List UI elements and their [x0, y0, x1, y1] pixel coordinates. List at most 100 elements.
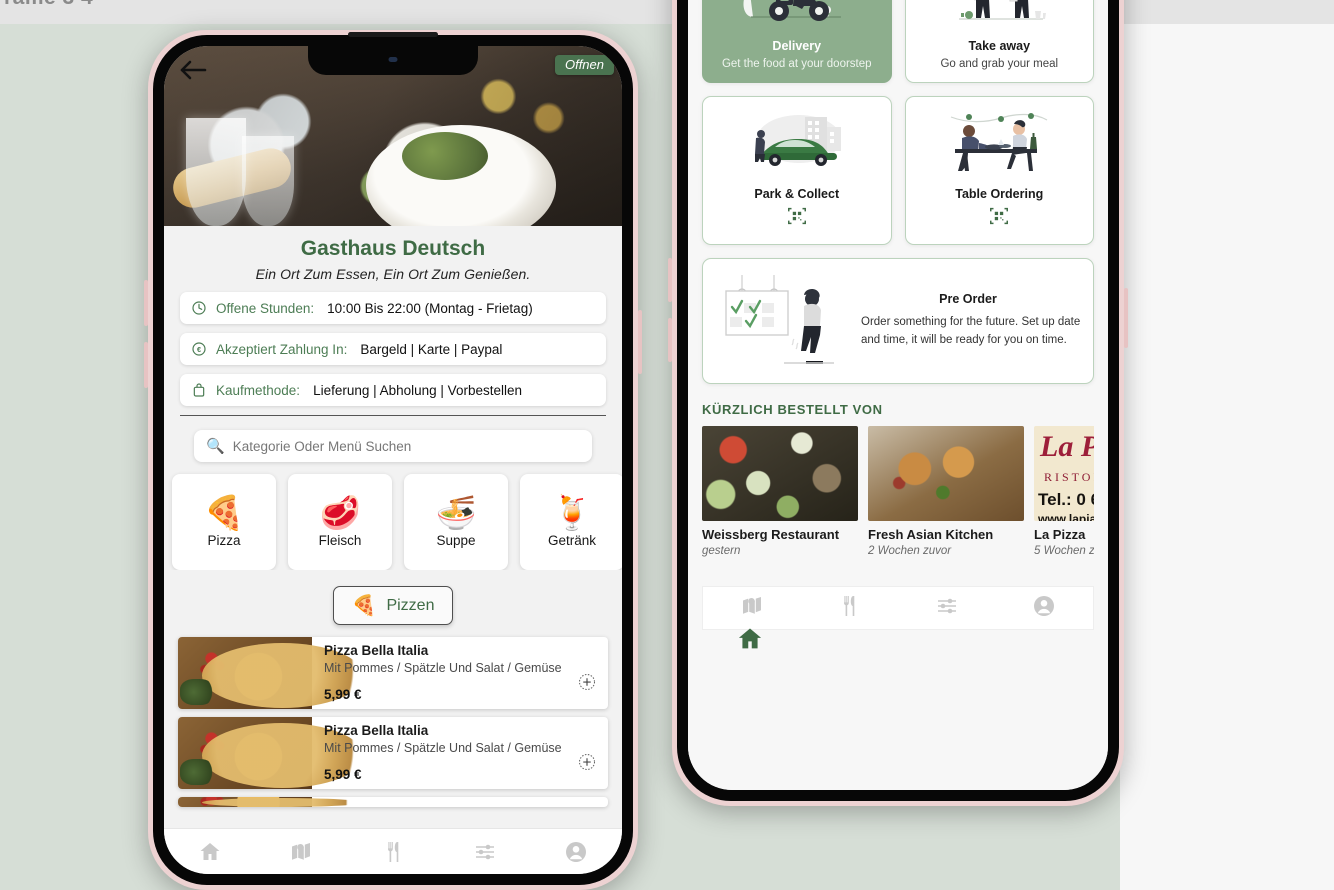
- drink-icon: 🍹: [551, 494, 593, 531]
- power-button[interactable]: [638, 310, 642, 374]
- brand-wordmark: La Pi: [1040, 430, 1094, 463]
- restaurant-info-list: Offene Stunden: 10:00 Bis 22:00 (Montag …: [164, 282, 622, 406]
- method-card-delivery[interactable]: Delivery Get the food at your doorstep: [702, 0, 892, 83]
- method-card-takeaway[interactable]: Take away Go and grab your meal: [904, 0, 1094, 83]
- search-input[interactable]: 🔍 Kategorie Oder Menü Suchen: [194, 430, 592, 462]
- category-card-suppe[interactable]: 🍜 Suppe: [404, 474, 508, 570]
- active-category-chip[interactable]: 🍕 Pizzen: [332, 586, 454, 625]
- earpiece-speaker: [348, 32, 438, 37]
- cutoff-caption: rame 3 4: [4, 0, 93, 10]
- menu-item[interactable]: Pizza Bella Italia Mit Pommes / Spätzle …: [178, 637, 608, 709]
- menu-item-thumbnail: [178, 637, 363, 709]
- pre-order-title: Pre Order: [939, 292, 997, 307]
- method-card-table-ordering[interactable]: Table Ordering: [904, 96, 1094, 245]
- info-label-method: Kaufmethode:: [216, 382, 301, 398]
- info-value-payment: Bargeld | Karte | Paypal: [360, 341, 503, 357]
- category-label: Pizza: [207, 533, 241, 548]
- restaurant-thumbnail: [868, 426, 1024, 521]
- menu-item-body: [312, 797, 608, 807]
- restaurant-last-order: 2 Wochen zuvor: [868, 545, 952, 557]
- home-icon[interactable]: [197, 839, 223, 865]
- meat-icon: 🥩: [319, 494, 361, 531]
- table-illustration: [939, 107, 1059, 181]
- method-title: Park & Collect: [754, 187, 840, 201]
- category-card-getrank[interactable]: 🍹 Getränk: [520, 474, 622, 570]
- plus-circle-icon[interactable]: [578, 673, 596, 691]
- search-placeholder: Kategorie Oder Menü Suchen: [232, 438, 412, 454]
- car-illustration: [737, 107, 857, 181]
- info-value-method: Lieferung | Abholung | Vorbestellen: [313, 382, 522, 398]
- menu-item-body: Pizza Bella Italia Mit Pommes / Spätzle …: [312, 717, 608, 789]
- hero-glass-b: [242, 136, 294, 226]
- restaurant-last-order: gestern: [702, 545, 741, 557]
- notch: [308, 46, 478, 75]
- qr-code-icon[interactable]: [786, 205, 808, 232]
- power-button[interactable]: [1124, 288, 1128, 348]
- method-card-pre-order[interactable]: Pre Order Order something for the future…: [702, 258, 1094, 384]
- menu-item-price: 5,99 €: [324, 767, 362, 782]
- sliders-icon[interactable]: [472, 839, 498, 865]
- info-label-hours: Offene Stunden:: [216, 300, 315, 316]
- restaurant-thumbnail: [702, 426, 858, 521]
- menu-item-title: Pizza Bella Italia: [324, 643, 429, 658]
- phone-left-screen: Offnen Gasthaus Deutsch Ein Ort Zum Esse…: [164, 46, 622, 874]
- recent-restaurant-card[interactable]: Weissberg Restaurant gestern: [702, 426, 858, 557]
- brand-subtitle: RISTORANTE: [1044, 470, 1094, 484]
- recent-restaurant-card[interactable]: Fresh Asian Kitchen 2 Wochen zuvor: [868, 426, 1024, 557]
- category-carousel[interactable]: 🍕 Pizza 🥩 Fleisch 🍜 Suppe 🍹 Getränk: [164, 462, 622, 570]
- menu-item-body: Pizza Bella Italia Mit Pommes / Spätzle …: [312, 637, 608, 709]
- active-category-area: 🍕 Pizzen: [164, 570, 622, 625]
- menu-item[interactable]: [178, 797, 608, 807]
- discover-screen: 🍔 Craving for some Delicious Cheese Burg…: [688, 0, 1108, 790]
- category-label: Suppe: [436, 533, 476, 548]
- search-area: 🔍 Kategorie Oder Menü Suchen: [164, 416, 622, 462]
- front-camera-icon: [388, 57, 398, 62]
- category-card-pizza[interactable]: 🍕 Pizza: [172, 474, 276, 570]
- brand-phone: Tel.: 0 68 0: [1038, 490, 1094, 509]
- recent-restaurants-carousel[interactable]: Weissberg Restaurant gestern Fresh Asian…: [702, 426, 1094, 557]
- restaurant-name: La Pizza: [1034, 527, 1086, 542]
- plus-circle-icon[interactable]: [578, 753, 596, 771]
- phone-right-bezel: 🍔 Craving for some Delicious Cheese Burg…: [677, 0, 1119, 801]
- pre-order-text: Pre Order Order something for the future…: [855, 292, 1081, 350]
- euro-icon: €: [191, 341, 207, 357]
- restaurant-last-order: 5 Wochen zuvor: [1034, 545, 1094, 557]
- screenshot-stage: rame 3 4: [0, 0, 1334, 890]
- qr-code-icon[interactable]: [988, 205, 1010, 232]
- method-title: Take away: [968, 39, 1031, 53]
- back-button[interactable]: [176, 56, 210, 84]
- method-title: Table Ordering: [955, 187, 1044, 201]
- volume-up-button[interactable]: [144, 280, 148, 326]
- category-label: Getränk: [547, 533, 597, 548]
- right-white-strip: [1120, 24, 1334, 890]
- menu-item-description: Mit Pommes / Spätzle Und Salat / Gemüse: [324, 741, 562, 755]
- account-icon[interactable]: [1032, 594, 1056, 623]
- volume-down-button[interactable]: [668, 318, 672, 362]
- phone-left-bezel: Offnen Gasthaus Deutsch Ein Ort Zum Esse…: [153, 32, 633, 885]
- recent-restaurant-card[interactable]: La Pi RISTORANTE Tel.: 0 68 0 www.lapiaz…: [1034, 426, 1094, 557]
- map-icon[interactable]: [288, 839, 314, 865]
- restaurant-tagline: Ein Ort Zum Essen, Ein Ort Zum Genießen.: [255, 266, 531, 282]
- bottom-tab-bar[interactable]: [702, 586, 1094, 630]
- tab-home-active[interactable]: [736, 625, 764, 658]
- phone-right-screen: 🍔 Craving for some Delicious Cheese Burg…: [688, 0, 1108, 790]
- map-icon[interactable]: [740, 594, 764, 623]
- menu-item-price: 5,99 €: [324, 687, 362, 702]
- menu-item[interactable]: Pizza Bella Italia Mit Pommes / Spätzle …: [178, 717, 608, 789]
- cutlery-icon[interactable]: [380, 839, 406, 865]
- info-row-method: Kaufmethode: Lieferung | Abholung | Vorb…: [180, 374, 606, 406]
- info-label-payment: Akzeptiert Zahlung In:: [216, 341, 348, 357]
- method-card-park-collect[interactable]: Park & Collect: [702, 96, 892, 245]
- category-card-fleisch[interactable]: 🥩 Fleisch: [288, 474, 392, 570]
- bottom-tab-bar[interactable]: [164, 828, 622, 874]
- volume-up-button[interactable]: [668, 258, 672, 302]
- cutlery-icon[interactable]: [837, 594, 861, 623]
- volume-down-button[interactable]: [144, 342, 148, 388]
- sliders-icon[interactable]: [935, 594, 959, 623]
- hero-glass-a: [186, 118, 246, 226]
- bag-icon: [191, 382, 207, 398]
- page-title: Gasthaus Deutsch: [300, 237, 486, 260]
- garnish: [180, 759, 214, 785]
- account-icon[interactable]: [563, 839, 589, 865]
- info-row-payment: € Akzeptiert Zahlung In: Bargeld | Karte…: [180, 333, 606, 365]
